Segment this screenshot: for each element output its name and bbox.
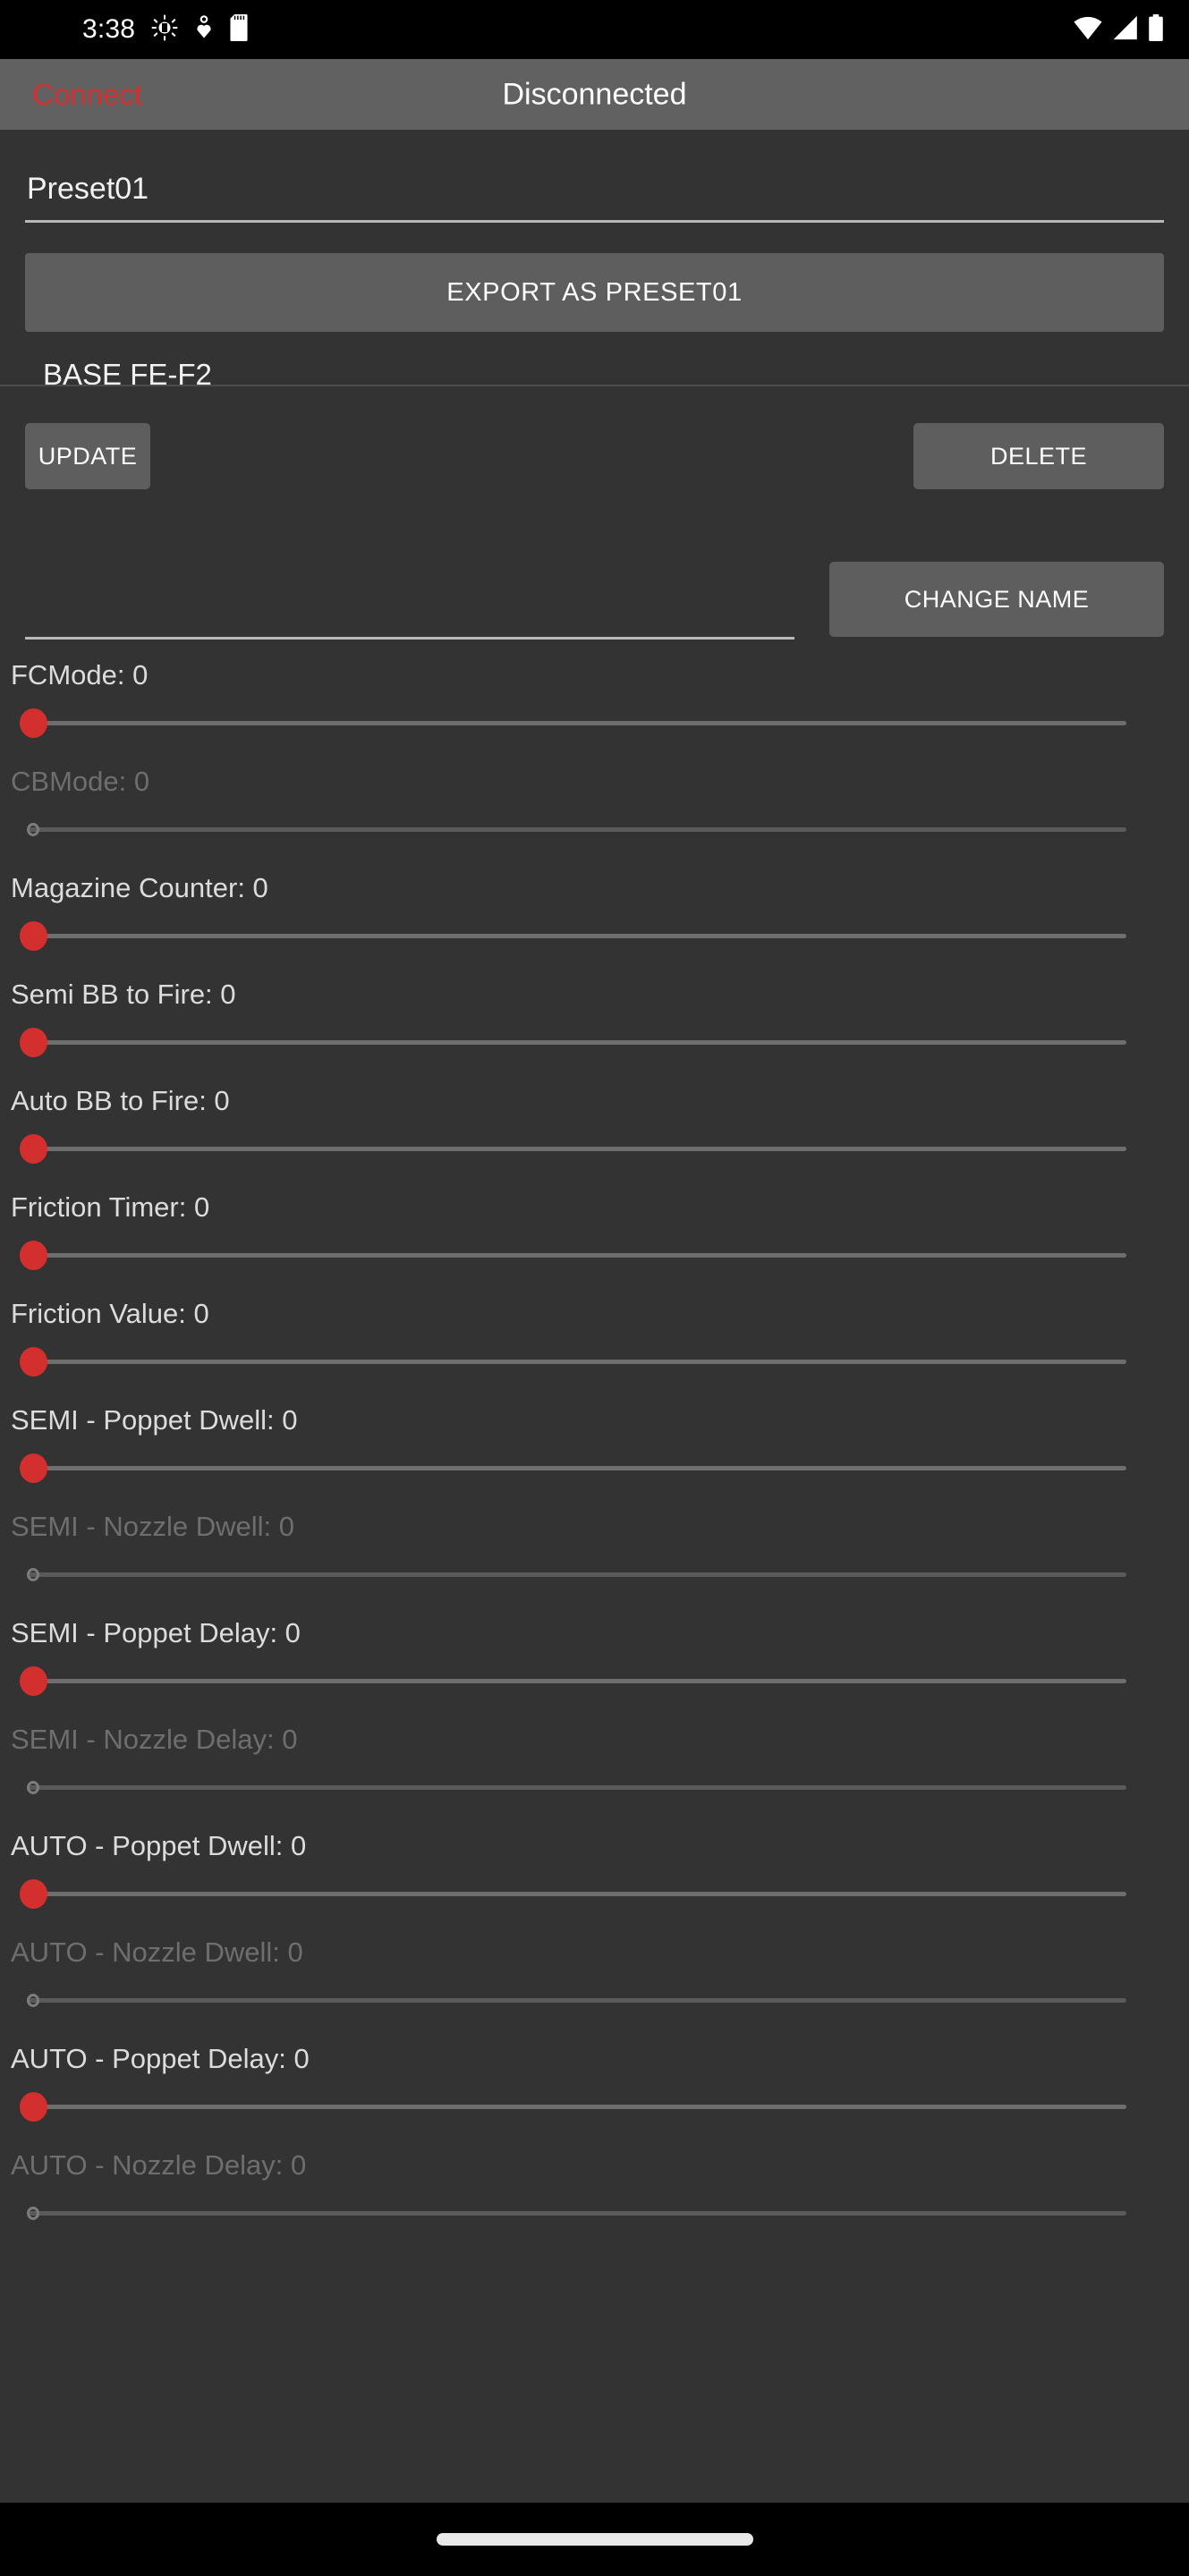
- slider-thumb[interactable]: [20, 708, 47, 738]
- section-divider: [0, 385, 1189, 386]
- update-button[interactable]: UPDATE: [25, 423, 150, 489]
- preset-name-input[interactable]: Preset01: [25, 155, 1164, 223]
- slider-track[interactable]: [29, 1360, 1126, 1364]
- slider-thumb[interactable]: [27, 1994, 39, 2007]
- status-bar: 3:38: [0, 0, 1189, 59]
- slider-label: AUTO - Poppet Dwell: 0: [11, 1830, 307, 1861]
- slider-thumb[interactable]: [27, 823, 39, 836]
- delete-button[interactable]: DELETE: [913, 423, 1164, 489]
- slider-row[interactable]: Friction Value: 0: [0, 1290, 1189, 1396]
- wifi-icon: [1073, 14, 1103, 46]
- slider-row[interactable]: Auto BB to Fire: 0: [0, 1077, 1189, 1183]
- slider-row[interactable]: AUTO - Poppet Delay: 0: [0, 2035, 1189, 2141]
- slider-track[interactable]: [29, 1147, 1126, 1151]
- slider-row[interactable]: AUTO - Nozzle Dwell: 0: [0, 1928, 1189, 2035]
- slider-label: SEMI - Nozzle Dwell: 0: [11, 1511, 294, 1542]
- preset-name-underline: [25, 220, 1164, 223]
- app-screen: 3:38 Connect Disconnected Preset01 EXPOR…: [0, 0, 1189, 2576]
- slider-track[interactable]: [29, 1466, 1126, 1470]
- system-navigation-bar: [0, 2503, 1189, 2576]
- slider-label: AUTO - Poppet Delay: 0: [11, 2043, 310, 2074]
- rename-input-underline: [25, 637, 794, 640]
- slider-track[interactable]: [29, 827, 1126, 832]
- slider-row[interactable]: AUTO - Nozzle Delay: 0: [0, 2141, 1189, 2248]
- slider-track[interactable]: [29, 1892, 1126, 1896]
- home-gesture-pill[interactable]: [436, 2533, 753, 2546]
- slider-label: CBMode: 0: [11, 766, 150, 797]
- connection-status-title: Disconnected: [502, 77, 687, 111]
- slider-thumb[interactable]: [27, 1781, 39, 1794]
- android-debug-icon: [151, 14, 178, 46]
- slider-track[interactable]: [29, 2105, 1126, 2109]
- slider-row[interactable]: SEMI - Poppet Delay: 0: [0, 1609, 1189, 1716]
- slider-label: Magazine Counter: 0: [11, 872, 268, 903]
- cellular-signal-icon: [1112, 14, 1139, 46]
- slider-label: SEMI - Poppet Dwell: 0: [11, 1404, 298, 1436]
- slider-thumb[interactable]: [20, 1879, 47, 1909]
- heart-rate-icon: [194, 14, 214, 46]
- slider-track[interactable]: [29, 1572, 1126, 1577]
- slider-row[interactable]: FCMode: 0: [0, 651, 1189, 758]
- slider-thumb[interactable]: [20, 1028, 47, 1057]
- slider-label: Semi BB to Fire: 0: [11, 979, 236, 1010]
- main-content: Preset01 EXPORT AS PRESET01 BASE FE-F2 U…: [0, 130, 1189, 2503]
- slider-row[interactable]: AUTO - Poppet Dwell: 0: [0, 1822, 1189, 1928]
- settings-slider-list: FCMode: 0 CBMode: 0 Magazine Counter: 0 Sem…: [0, 651, 1189, 2248]
- slider-track[interactable]: [29, 934, 1126, 938]
- slider-thumb[interactable]: [20, 921, 47, 951]
- slider-label: Friction Timer: 0: [11, 1191, 210, 1223]
- slider-track[interactable]: [29, 1679, 1126, 1683]
- slider-thumb[interactable]: [20, 1453, 47, 1483]
- slider-row[interactable]: SEMI - Poppet Dwell: 0: [0, 1396, 1189, 1503]
- change-name-button[interactable]: CHANGE NAME: [829, 562, 1164, 637]
- slider-row[interactable]: CBMode: 0: [0, 758, 1189, 864]
- sd-card-icon: [230, 13, 248, 46]
- slider-row[interactable]: SEMI - Nozzle Delay: 0: [0, 1716, 1189, 1822]
- slider-row[interactable]: Magazine Counter: 0: [0, 864, 1189, 970]
- slider-track[interactable]: [29, 721, 1126, 725]
- slider-track[interactable]: [29, 2211, 1126, 2216]
- slider-thumb[interactable]: [20, 1666, 47, 1696]
- slider-label: Auto BB to Fire: 0: [11, 1085, 230, 1116]
- slider-label: Friction Value: 0: [11, 1298, 209, 1329]
- slider-row[interactable]: SEMI - Nozzle Dwell: 0: [0, 1503, 1189, 1609]
- preset-name-value: Preset01: [27, 172, 149, 206]
- status-bar-clock: 3:38: [82, 14, 136, 44]
- slider-track[interactable]: [29, 1040, 1126, 1045]
- slider-label: AUTO - Nozzle Delay: 0: [11, 2149, 307, 2181]
- slider-thumb[interactable]: [27, 1568, 39, 1581]
- slider-track[interactable]: [29, 1785, 1126, 1790]
- battery-icon: [1148, 13, 1164, 46]
- slider-row[interactable]: Semi BB to Fire: 0: [0, 970, 1189, 1077]
- slider-track[interactable]: [29, 1253, 1126, 1258]
- status-bar-right: [1073, 13, 1164, 46]
- slider-label: SEMI - Nozzle Delay: 0: [11, 1724, 298, 1755]
- export-preset-button[interactable]: EXPORT AS PRESET01: [25, 253, 1164, 332]
- slider-thumb[interactable]: [27, 2207, 39, 2220]
- slider-label: AUTO - Nozzle Dwell: 0: [11, 1936, 303, 1968]
- slider-thumb[interactable]: [20, 1241, 47, 1270]
- status-bar-left: 3:38: [82, 13, 248, 46]
- slider-label: SEMI - Poppet Delay: 0: [11, 1617, 301, 1648]
- rename-input[interactable]: [25, 550, 794, 640]
- app-bar: Connect Disconnected: [0, 59, 1189, 130]
- slider-track[interactable]: [29, 1998, 1126, 2003]
- slider-label: FCMode: 0: [11, 659, 149, 691]
- slider-thumb[interactable]: [20, 2092, 47, 2122]
- slider-row[interactable]: Friction Timer: 0: [0, 1183, 1189, 1290]
- base-profile-label: BASE FE-F2: [43, 358, 212, 391]
- slider-thumb[interactable]: [20, 1347, 47, 1377]
- slider-thumb[interactable]: [20, 1134, 47, 1164]
